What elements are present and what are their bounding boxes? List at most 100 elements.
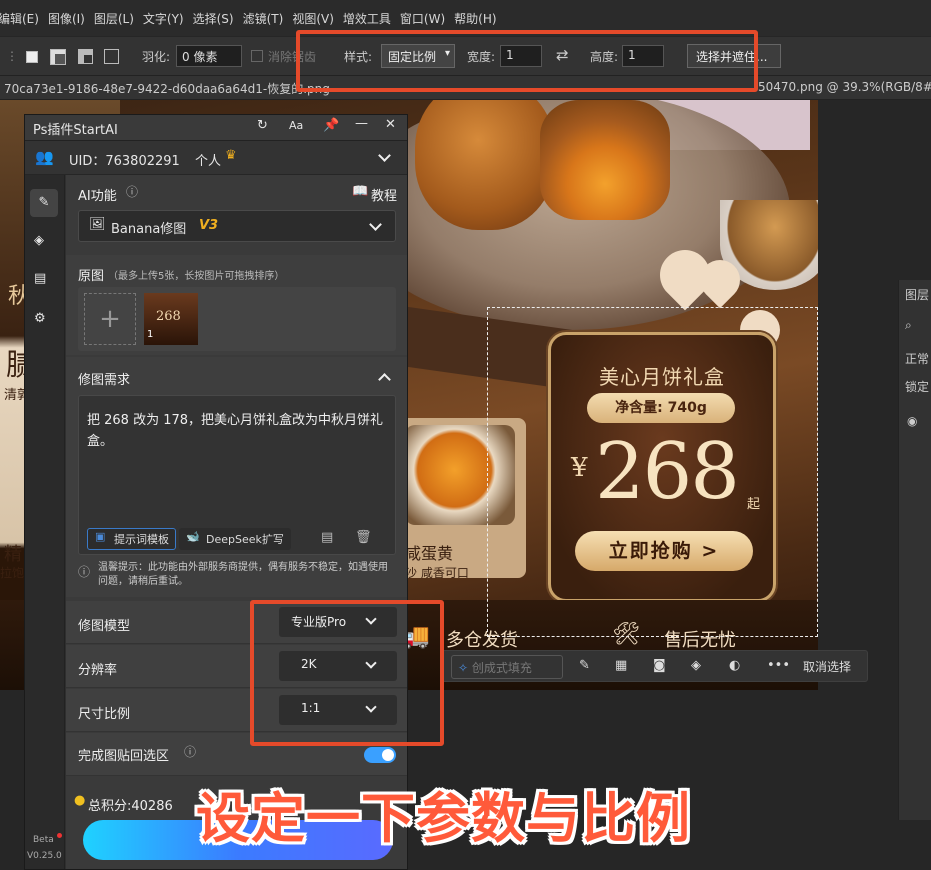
feature-name: Banana修图	[111, 222, 187, 237]
beta-dot-icon	[57, 833, 62, 838]
deepseek-label: DeepSeek扩写	[206, 533, 284, 546]
salted-egg-title: 咸蛋黄	[405, 544, 454, 563]
original-hint: （最多上传5张，长按图片可拖拽排序）	[108, 271, 285, 282]
plugin-title: Ps插件StartAI	[33, 123, 118, 138]
beta-label: Beta	[33, 835, 54, 845]
tool-separator-icon: ⋮	[6, 49, 18, 63]
image-thumbnail[interactable]: 268 1	[144, 293, 198, 345]
info-icon: ⓘ	[126, 185, 139, 199]
adjust-icon[interactable]: ◐	[729, 658, 740, 673]
original-label: 原图	[78, 269, 105, 284]
image-icon: 🖼	[89, 217, 106, 232]
camera-icon[interactable]: ◙	[653, 658, 666, 673]
settings-icon[interactable]: ⚙	[34, 311, 46, 326]
highlight-box-settings	[250, 600, 444, 746]
document-tab-left[interactable]: 70ca73e1-9186-48e7-9422-d60daa6a64d1-恢复的…	[4, 80, 330, 97]
notice-text: 温馨提示：此功能由外部服务商提供，偶有服务不稳定，如遇使用问题，请稍后重试。	[98, 562, 388, 587]
edit-icon[interactable]: ✎	[30, 189, 58, 217]
mooncake-image	[415, 100, 555, 230]
blend-mode-select[interactable]: 正常	[905, 350, 929, 367]
menu-item[interactable]: 窗口(W)	[400, 10, 445, 27]
layers-panel: 图层 ⌕ 正常 锁定 ◉	[898, 280, 931, 820]
add-selection-icon[interactable]	[50, 49, 66, 65]
crown-icon: ♛	[225, 148, 237, 163]
clipboard-icon[interactable]: ▤	[34, 271, 46, 286]
coin-icon: ●	[74, 793, 86, 808]
chevron-down-icon[interactable]	[378, 149, 391, 162]
prompt-template-label: 提示词模板	[114, 533, 169, 546]
trash-icon[interactable]: 🗑	[355, 530, 372, 545]
startai-plugin-panel: Ps插件StartAI ↻ Aa 📌 — ✕ 👥 UID：763802291 个…	[24, 114, 408, 870]
book-icon: ▣	[95, 530, 106, 543]
deselect-button[interactable]: 取消选择	[803, 658, 851, 675]
fill-icon[interactable]: ◈	[691, 658, 701, 673]
model-label: 修图模型	[78, 619, 131, 634]
lock-label: 锁定	[905, 380, 930, 394]
minimize-icon[interactable]: —	[355, 116, 368, 131]
close-icon[interactable]: ✕	[385, 117, 396, 132]
sparkle-icon: ✧	[458, 661, 469, 675]
mooncake-slice-image	[540, 100, 670, 220]
menu-item[interactable]: 图像(I)	[48, 10, 85, 27]
chevron-up-icon[interactable]	[378, 373, 391, 386]
generative-fill-input[interactable]: ✧ 创成式填充	[451, 655, 563, 679]
menu-item[interactable]: 滤镜(T)	[243, 10, 284, 27]
salted-egg-desc: 沙 咸香可口	[405, 566, 469, 580]
menu-item[interactable]: 文字(Y)	[143, 10, 184, 27]
antialias-checkbox[interactable]	[251, 50, 263, 62]
menu-item[interactable]: 图层(L)	[94, 10, 134, 27]
font-size-icon[interactable]: Aa	[289, 119, 303, 132]
selection-marquee[interactable]	[487, 307, 818, 637]
feature-select[interactable]: 🖼 Banana修图 V3	[78, 210, 396, 242]
tutorial-link[interactable]: 教程	[371, 185, 397, 204]
plugin-main: AI功能 ⓘ 📖 教程 🖼 Banana修图 V3 原图 （最多上传5张，长按图…	[66, 175, 407, 869]
feather-label: 羽化:	[142, 50, 171, 64]
deepseek-button[interactable]: 🐋 DeepSeek扩写	[179, 528, 291, 550]
users-icon: 👥	[35, 148, 54, 166]
history-icon[interactable]: ▤	[321, 530, 333, 545]
highlight-box-options	[296, 30, 758, 92]
layers-icon[interactable]: ◈	[34, 233, 44, 248]
refresh-icon[interactable]: ↻	[257, 118, 268, 133]
left-image-text: 拉饱	[0, 566, 25, 580]
info-icon: ⓘ	[184, 745, 197, 759]
request-textarea[interactable]: 把 268 改为 178，把美心月饼礼盒改为中秋月饼礼盒。 ▣ 提示词模板 🐋 …	[78, 395, 396, 555]
tutorial-caption: 设定一下参数与比例	[196, 787, 691, 850]
search-icon[interactable]: ⌕	[905, 318, 912, 333]
menu-item[interactable]: 选择(S)	[193, 10, 234, 27]
points-label: 总积分:40286	[88, 799, 173, 814]
menu-item[interactable]: 增效工具	[343, 10, 391, 27]
paste-back-toggle[interactable]	[364, 747, 396, 763]
ai-function-label: AI功能	[78, 189, 117, 204]
visibility-eye-icon[interactable]: ◉	[907, 414, 917, 428]
plan-badge: 个人	[195, 154, 222, 169]
subtract-selection-icon[interactable]	[78, 49, 93, 64]
prompt-template-button[interactable]: ▣ 提示词模板	[87, 528, 176, 550]
document-tab-right[interactable]: 50470.png @ 39.3%(RGB/8#) *	[758, 80, 931, 94]
add-image-button[interactable]: +	[84, 293, 136, 345]
menu-item[interactable]: 编辑(E)	[0, 10, 39, 27]
layers-tab[interactable]: 图层	[905, 286, 929, 303]
mask-icon[interactable]: ▦	[615, 658, 627, 673]
brush-icon[interactable]: ✎	[579, 658, 590, 673]
deepseek-icon: 🐋	[186, 530, 200, 543]
book-icon: 📖	[352, 184, 369, 199]
menu-item[interactable]: 帮助(H)	[454, 10, 496, 27]
original-section: 原图 （最多上传5张，长按图片可拖拽排序） + 268 1	[66, 255, 407, 355]
feather-input[interactable]: 0 像素	[176, 45, 242, 67]
user-uid: UID：763802291	[69, 154, 180, 169]
menu-item[interactable]: 视图(V)	[292, 10, 334, 27]
upload-area[interactable]: + 268 1	[78, 287, 396, 351]
more-icon[interactable]: •••	[767, 658, 790, 673]
ratio-label: 尺寸比例	[78, 707, 131, 722]
feature-version: V3	[199, 218, 219, 233]
left-image-text: 精	[4, 544, 22, 565]
thumbnail-index: 1	[147, 329, 154, 340]
pin-icon[interactable]: 📌	[323, 118, 339, 133]
plugin-title-bar: Ps插件StartAI ↻ Aa 📌 — ✕	[25, 115, 407, 141]
contextual-task-bar: ✧ 创成式填充 ✎ ▦ ◙ ◈ ◐ ••• 取消选择	[440, 650, 868, 682]
version-label: V0.25.0	[27, 851, 62, 861]
request-section: 修图需求 把 268 改为 178，把美心月饼礼盒改为中秋月饼礼盒。 ▣ 提示词…	[66, 357, 407, 597]
intersect-selection-icon[interactable]	[104, 49, 119, 64]
new-selection-icon[interactable]	[26, 51, 38, 63]
